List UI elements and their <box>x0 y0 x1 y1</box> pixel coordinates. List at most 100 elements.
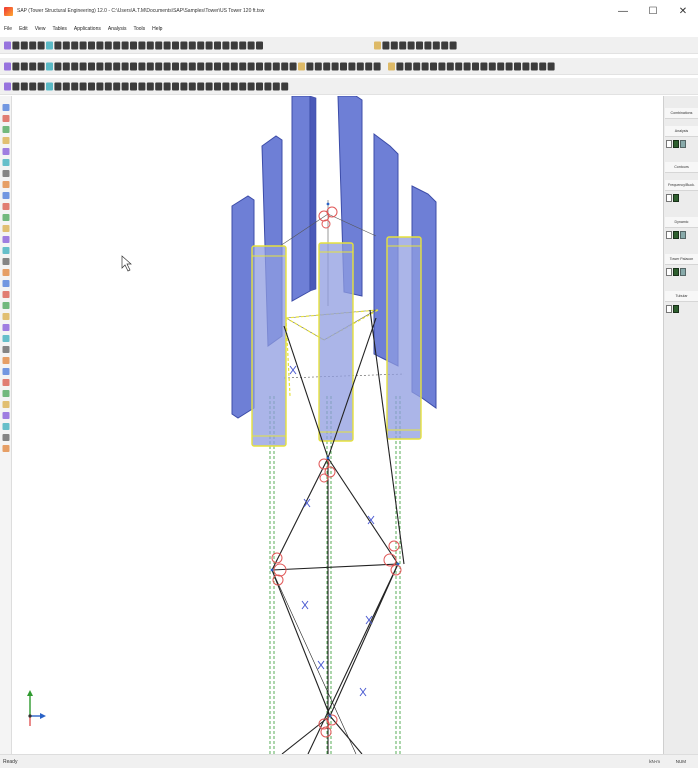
side-tool-icon[interactable] <box>2 148 10 155</box>
toolbar-button-icon[interactable] <box>230 82 238 91</box>
toolbar-button-icon[interactable] <box>96 82 104 91</box>
toolbar-button-icon[interactable] <box>4 41 11 50</box>
side-tool-icon[interactable] <box>2 379 10 386</box>
toolbar-button-icon[interactable] <box>163 41 171 50</box>
menu-applications[interactable]: Applications <box>74 26 101 32</box>
side-tool-icon[interactable] <box>2 357 10 364</box>
toolbar-button-icon[interactable] <box>222 41 230 50</box>
side-tool-icon[interactable] <box>2 423 10 430</box>
tower-model-drawing[interactable] <box>12 96 663 754</box>
toolbar-button-icon[interactable] <box>146 41 154 50</box>
side-tool-icon[interactable] <box>2 203 10 210</box>
toolbar-button-icon[interactable] <box>146 62 154 71</box>
toolbar-button-icon[interactable] <box>71 62 79 71</box>
toolbar-button-icon[interactable] <box>104 82 112 91</box>
menu-tools[interactable]: Tools <box>133 26 145 32</box>
toolbar-button-icon[interactable] <box>146 82 154 91</box>
side-tool-icon[interactable] <box>2 313 10 320</box>
side-tool-icon[interactable] <box>2 104 10 111</box>
toolbar-button-icon[interactable] <box>197 62 205 71</box>
toolbar-button-icon[interactable] <box>539 62 547 71</box>
toolbar-button-icon[interactable] <box>446 62 454 71</box>
toolbar-button-icon[interactable] <box>407 41 415 50</box>
toolbar-button-icon[interactable] <box>272 82 280 91</box>
toolbar-button-icon[interactable] <box>430 62 437 71</box>
toolbar-button-icon[interactable] <box>340 62 347 71</box>
analysis-run-icon[interactable] <box>673 139 679 148</box>
toolbar-button-icon[interactable] <box>46 41 53 50</box>
toolbar-button-icon[interactable] <box>298 62 305 71</box>
toolbar-button-icon[interactable] <box>214 82 221 91</box>
toolbar-button-icon[interactable] <box>188 41 196 50</box>
side-tool-icon[interactable] <box>2 214 10 221</box>
toolbar-button-icon[interactable] <box>514 62 521 71</box>
toolbar-button-icon[interactable] <box>172 62 179 71</box>
toolbar-button-icon[interactable] <box>382 41 390 50</box>
dynamic-checkbox-icon[interactable] <box>666 230 672 239</box>
toolbar-button-icon[interactable] <box>281 62 289 71</box>
side-tool-icon[interactable] <box>2 269 10 276</box>
toolbar-button-icon[interactable] <box>239 82 247 91</box>
toolbar-button-icon[interactable] <box>264 82 272 91</box>
toolbar-button-icon[interactable] <box>37 82 45 91</box>
side-tool-icon[interactable] <box>2 434 10 441</box>
menu-tables[interactable]: Tables <box>52 26 66 32</box>
toolbar-button-icon[interactable] <box>121 62 129 71</box>
toolbar-button-icon[interactable] <box>113 62 121 71</box>
toolbar-button-icon[interactable] <box>79 41 87 50</box>
toolbar-button-icon[interactable] <box>497 62 505 71</box>
toolbar-button-icon[interactable] <box>314 62 322 71</box>
minimize-button[interactable]: — <box>608 0 638 22</box>
combinations-button[interactable]: Combinations <box>665 108 698 119</box>
toolbar-button-icon[interactable] <box>222 82 230 91</box>
toolbar-button-icon[interactable] <box>29 62 37 71</box>
toolbar-button-icon[interactable] <box>12 82 20 91</box>
toolbar-button-icon[interactable] <box>20 82 28 91</box>
model-viewport[interactable] <box>12 96 663 754</box>
menu-edit[interactable]: Edit <box>19 26 28 32</box>
toolbar-button-icon[interactable] <box>130 82 137 91</box>
toolbar-button-icon[interactable] <box>247 62 255 71</box>
toolbar-button-icon[interactable] <box>130 62 137 71</box>
side-tool-icon[interactable] <box>2 192 10 199</box>
toolbar-button-icon[interactable] <box>12 62 20 71</box>
toolbar-button-icon[interactable] <box>205 82 213 91</box>
side-tool-icon[interactable] <box>2 302 10 309</box>
toolbar-button-icon[interactable] <box>12 41 20 50</box>
toolbar-button-icon[interactable] <box>396 62 404 71</box>
toolbar-button-icon[interactable] <box>416 41 423 50</box>
toolbar-button-icon[interactable] <box>264 62 272 71</box>
side-tool-icon[interactable] <box>2 412 10 419</box>
toolbar-button-icon[interactable] <box>54 82 62 91</box>
toolbar-button-icon[interactable] <box>413 62 421 71</box>
side-tool-icon[interactable] <box>2 126 10 133</box>
analysis-settings-icon[interactable] <box>680 139 686 148</box>
tower-palacon-settings-icon[interactable] <box>680 267 686 276</box>
toolbar-button-icon[interactable] <box>331 62 339 71</box>
toolbar-button-icon[interactable] <box>455 62 463 71</box>
side-tool-icon[interactable] <box>2 346 10 353</box>
side-tool-icon[interactable] <box>2 225 10 232</box>
toolbar-button-icon[interactable] <box>522 62 530 71</box>
toolbar-button-icon[interactable] <box>256 82 263 91</box>
side-tool-icon[interactable] <box>2 236 10 243</box>
side-tool-icon[interactable] <box>2 324 10 331</box>
tower-palacon-run-icon[interactable] <box>673 267 679 276</box>
toolbar-button-icon[interactable] <box>480 62 488 71</box>
side-tool-icon[interactable] <box>2 247 10 254</box>
toolbar-button-icon[interactable] <box>46 62 53 71</box>
maximize-button[interactable]: ☐ <box>638 0 668 22</box>
toolbar-button-icon[interactable] <box>96 62 104 71</box>
menu-analysis[interactable]: Analysis <box>108 26 127 32</box>
toolbar-button-icon[interactable] <box>205 62 213 71</box>
menu-view[interactable]: View <box>35 26 46 32</box>
side-tool-icon[interactable] <box>2 335 10 342</box>
toolbar-button-icon[interactable] <box>113 82 121 91</box>
toolbar-button-icon[interactable] <box>37 41 45 50</box>
toolbar-button-icon[interactable] <box>348 62 356 71</box>
toolbar-button-icon[interactable] <box>155 82 163 91</box>
close-button[interactable]: ✕ <box>668 0 698 22</box>
menu-file[interactable]: File <box>4 26 12 32</box>
toolbar-button-icon[interactable] <box>230 62 238 71</box>
dynamic-settings-icon[interactable] <box>680 230 686 239</box>
